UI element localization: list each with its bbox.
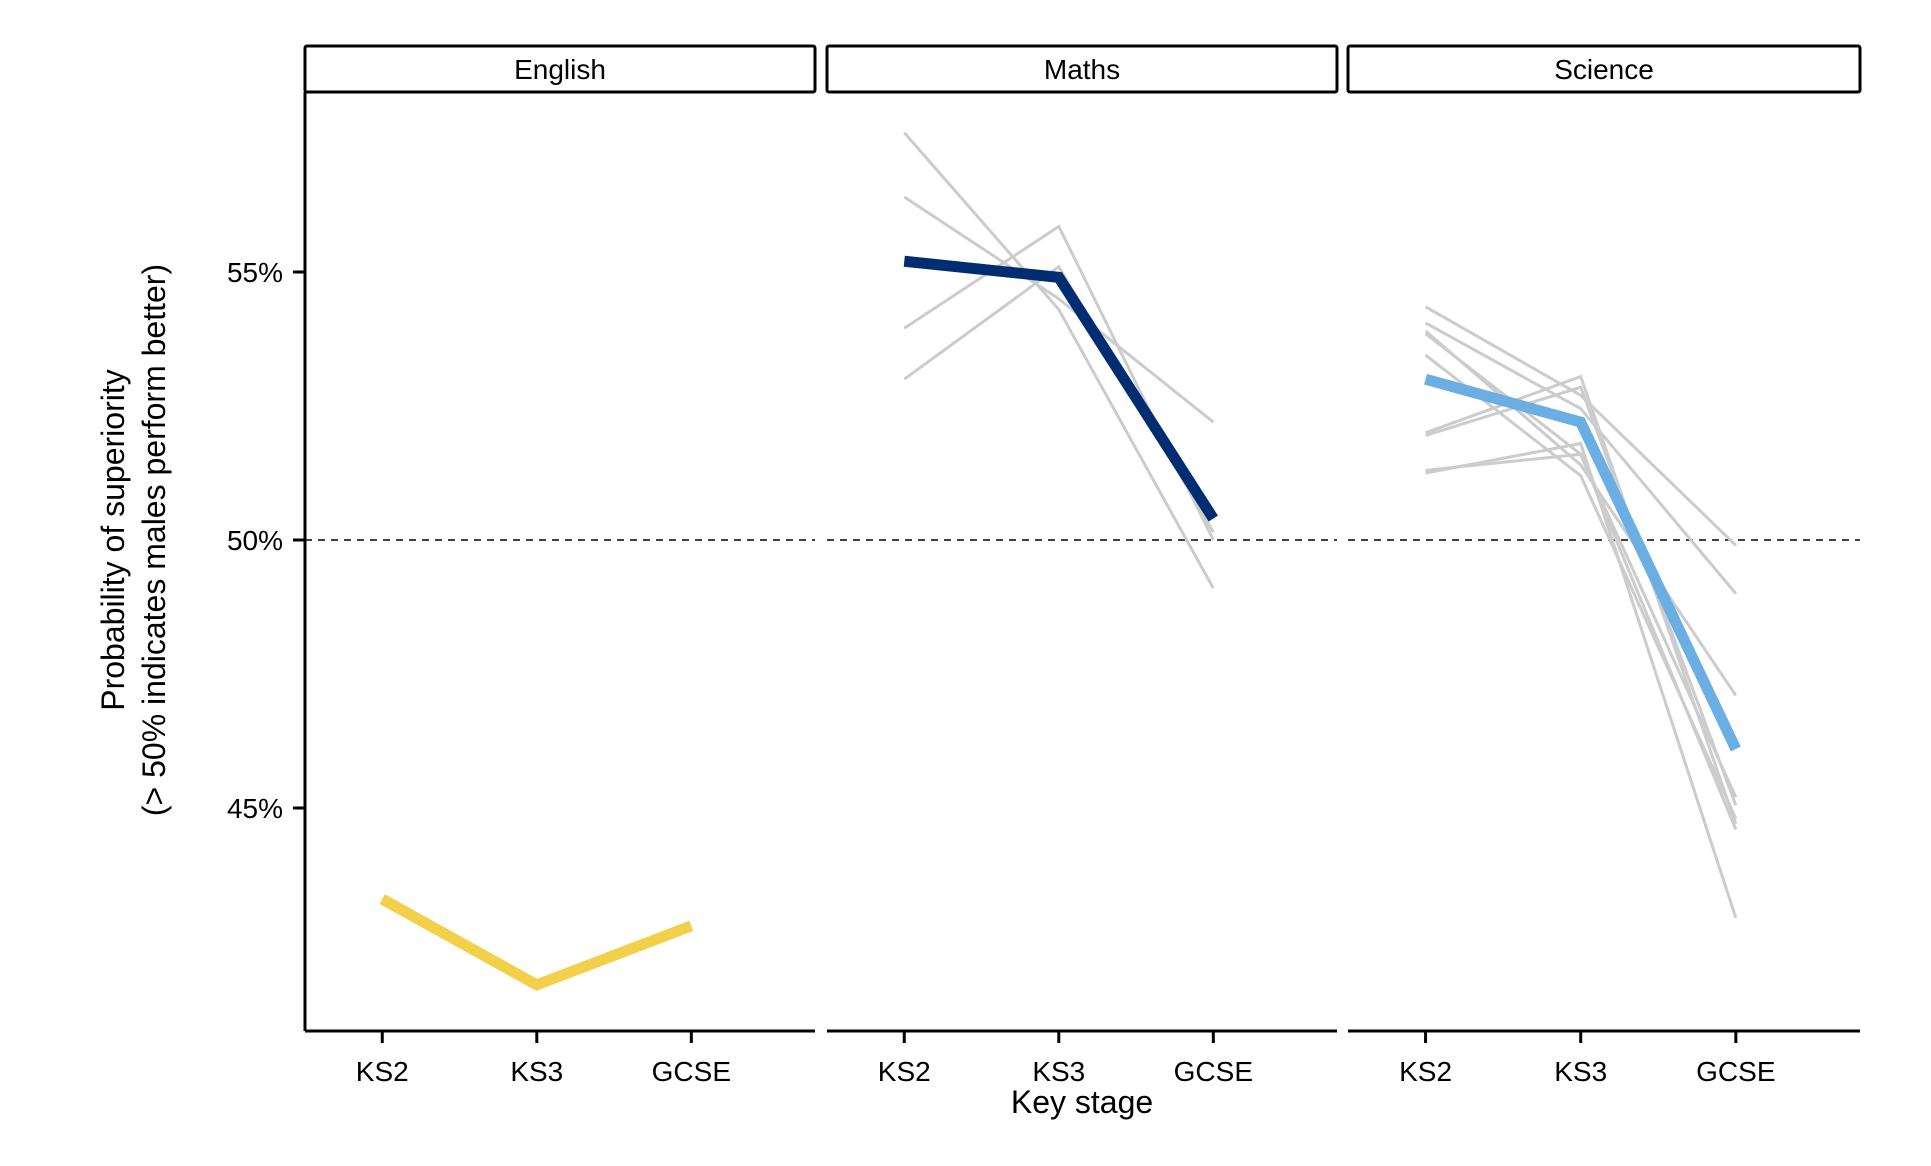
y-axis-title-line-2: (> 50% indicates males perform better) bbox=[136, 264, 172, 816]
facet-panel-maths: Maths KS2 KS3 GCSE bbox=[825, 44, 1339, 1087]
faceted-line-chart: English KS2 KS3 GCSE Maths KS2 KS3 GCSE Science K… bbox=[95, 44, 1862, 1120]
background-series-line-4 bbox=[903, 264, 1215, 533]
y-tick-label: 55% bbox=[227, 257, 283, 288]
x-tick-label: GCSE bbox=[652, 1056, 731, 1087]
x-tick-label: KS2 bbox=[1399, 1056, 1452, 1087]
background-series-line-1 bbox=[903, 131, 1215, 589]
y-axis: 45% 50% 55% bbox=[227, 92, 307, 1031]
y-tick-label: 50% bbox=[227, 525, 283, 556]
background-series-line-4 bbox=[1424, 332, 1738, 798]
x-tick-label: KS3 bbox=[1032, 1056, 1085, 1087]
facet-panel-english: English KS2 KS3 GCSE bbox=[303, 44, 817, 1087]
x-tick-label: GCSE bbox=[1174, 1056, 1253, 1087]
facet-strip-label: Science bbox=[1554, 54, 1654, 85]
x-axis-title: Key stage bbox=[1011, 1084, 1153, 1120]
x-tick-label: KS2 bbox=[878, 1056, 931, 1087]
x-tick-label: KS2 bbox=[356, 1056, 409, 1087]
panels: English KS2 KS3 GCSE Maths KS2 KS3 GCSE Science K… bbox=[303, 44, 1862, 1087]
x-tick-label: KS3 bbox=[1554, 1056, 1607, 1087]
x-tick-label: GCSE bbox=[1696, 1056, 1775, 1087]
x-tick-label: KS3 bbox=[510, 1056, 563, 1087]
facet-panel-science: Science KS2 KS3 GCSE bbox=[1346, 44, 1862, 1087]
background-series-line-7 bbox=[1425, 385, 1738, 806]
y-tick-label: 45% bbox=[227, 793, 283, 824]
main-series-line-english bbox=[379, 894, 694, 991]
background-series-line-2 bbox=[1424, 321, 1737, 595]
facet-strip-label: Maths bbox=[1044, 54, 1120, 85]
y-axis-title-line-1: Probability of superiority bbox=[95, 369, 131, 710]
facet-strip-label: English bbox=[514, 54, 606, 85]
